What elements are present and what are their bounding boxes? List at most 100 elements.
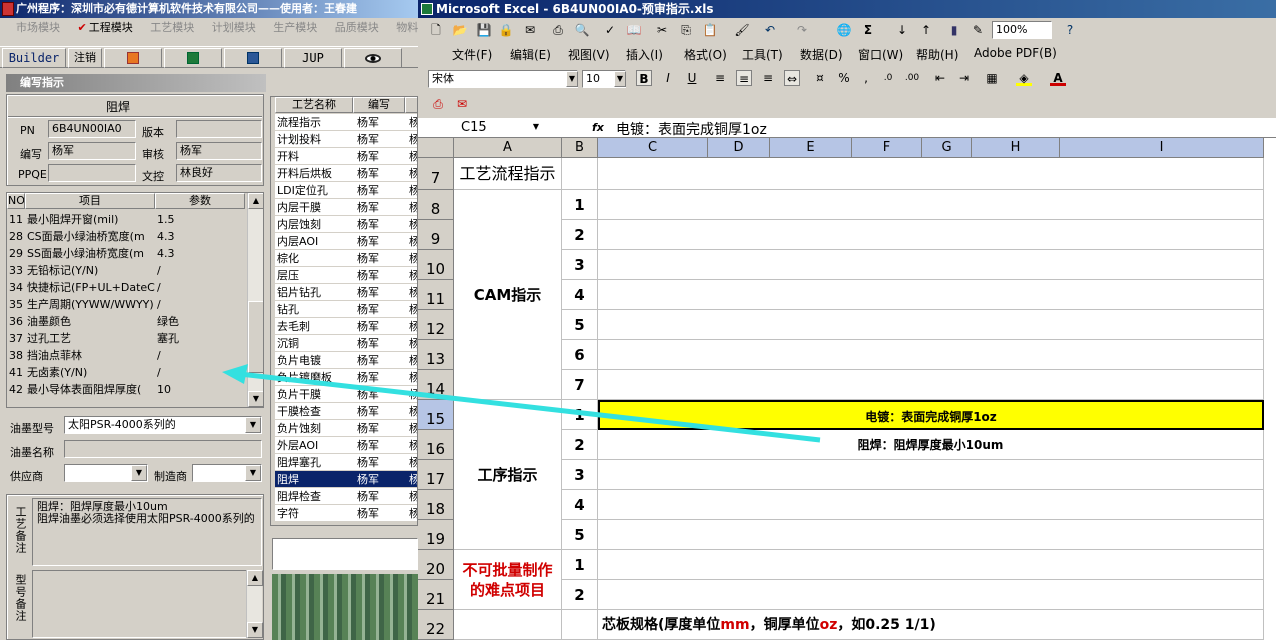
bold-icon[interactable]: B: [636, 70, 652, 86]
pn-field[interactable]: 6B4UN00IA0: [48, 120, 136, 138]
cell-b-cam-7[interactable]: 7: [562, 370, 598, 400]
row-header-17[interactable]: 17: [418, 460, 454, 490]
row-header-20[interactable]: 20: [418, 550, 454, 580]
percent-icon[interactable]: %: [836, 70, 852, 86]
format-painter-icon[interactable]: 🖌: [734, 22, 750, 38]
ppqe-field[interactable]: [48, 164, 136, 182]
process-row[interactable]: 负片镀磨板 杨军 杨: [275, 369, 417, 386]
cell-c-proc-1[interactable]: 电镀：表面完成铜厚1oz: [598, 400, 1264, 430]
process-note-memo[interactable]: 阻焊：阻焊厚度最小10um 阻焊油墨必须选择使用太阳PSR-4000系列的: [32, 498, 262, 566]
menu-view[interactable]: 视图(V): [568, 46, 610, 63]
maker-dropdown-icon[interactable]: ▼: [245, 465, 261, 481]
cell-b22[interactable]: [562, 610, 598, 640]
cell-c-cam-5[interactable]: [598, 310, 1264, 340]
cell-b-cam-2[interactable]: 2: [562, 220, 598, 250]
increase-decimal-icon[interactable]: .0: [880, 70, 896, 86]
font-size-dropdown-icon[interactable]: ▼: [614, 71, 626, 87]
worksheet-grid[interactable]: ABCDEFGHI 7 8 9 10 11 12 13 14 15 16 17 18 19 20 21 22 …: [418, 138, 1276, 640]
table-row[interactable]: 35 生产周期(YYWW/WWYY) /: [7, 296, 245, 313]
cell-b-cam-3[interactable]: 3: [562, 250, 598, 280]
ink-name-field[interactable]: [64, 440, 262, 458]
table-row[interactable]: 41 无卤素(Y/N) /: [7, 364, 245, 381]
permission-icon[interactable]: 🔒: [498, 22, 514, 38]
table-row[interactable]: 29 SS面最小绿油桥宽度(m 4.3: [7, 245, 245, 262]
column-header-i[interactable]: I: [1060, 138, 1264, 158]
menu-insert[interactable]: 插入(I): [626, 46, 663, 63]
process-row[interactable]: 干膜检查 杨军 杨: [275, 403, 417, 420]
column-header-h[interactable]: H: [972, 138, 1060, 158]
menu-window[interactable]: 窗口(W): [858, 46, 903, 63]
open-icon[interactable]: 📂: [452, 22, 468, 38]
cell-a7[interactable]: 工艺流程指示: [454, 158, 562, 190]
row-header-13[interactable]: 13: [418, 340, 454, 370]
drawing-icon[interactable]: ✎: [970, 22, 986, 38]
process-row[interactable]: 棕化 杨军 杨: [275, 250, 417, 267]
spelling-icon[interactable]: ✓: [602, 22, 618, 38]
column-header-b[interactable]: B: [562, 138, 598, 158]
redo-icon[interactable]: ↷: [794, 22, 810, 38]
process-row[interactable]: 开料后烘板 杨军 杨: [275, 165, 417, 182]
ink-type-combo[interactable]: 太阳PSR-4000系列的: [64, 416, 262, 434]
row-header-10[interactable]: 10: [418, 250, 454, 280]
wenkong-field[interactable]: 林良好: [176, 164, 262, 182]
param-scrollbar[interactable]: ▲ ▼: [247, 193, 263, 407]
menu-engineering[interactable]: 工程模块: [89, 21, 133, 34]
row-header-16[interactable]: 16: [418, 430, 454, 460]
merge-center-icon[interactable]: ⇔: [784, 70, 800, 86]
memo-scrollbar[interactable]: ▲ ▼: [246, 570, 263, 638]
param-header-value[interactable]: 参数: [155, 193, 245, 209]
process-row[interactable]: 阻焊塞孔 杨军 杨: [275, 454, 417, 471]
process-row[interactable]: 内层AOI 杨军 杨: [275, 233, 417, 250]
paste-icon[interactable]: 📋: [702, 22, 718, 38]
process-row[interactable]: 沉铜 杨军 杨: [275, 335, 417, 352]
param-header-no[interactable]: NO: [7, 193, 25, 209]
copy-icon[interactable]: ⎘: [678, 22, 694, 38]
menu-material[interactable]: 物料: [396, 21, 418, 34]
cell-c-proc-4[interactable]: [598, 490, 1264, 520]
new-icon[interactable]: 🗋: [428, 22, 444, 38]
print-preview-icon[interactable]: 🔍: [574, 22, 590, 38]
process-row[interactable]: 铝片钻孔 杨军 杨: [275, 284, 417, 301]
process-row[interactable]: 负片电镀 杨军 杨: [275, 352, 417, 369]
scroll-thumb[interactable]: [248, 301, 263, 373]
name-box[interactable]: C15: [420, 119, 538, 137]
menu-market[interactable]: 市场模块: [16, 21, 60, 34]
version-field[interactable]: [176, 120, 262, 138]
borders-icon[interactable]: ▦: [984, 70, 1000, 86]
scroll-up-icon[interactable]: ▲: [248, 193, 263, 209]
process-row[interactable]: 层压 杨军 杨: [275, 267, 417, 284]
supplier-dropdown-icon[interactable]: ▼: [131, 465, 147, 481]
underline-icon[interactable]: U: [684, 70, 700, 86]
table-row[interactable]: 38 挡油点菲林 /: [7, 347, 245, 364]
cell-c-cam-4[interactable]: [598, 280, 1264, 310]
process-row[interactable]: LDI定位孔 杨军 杨: [275, 182, 417, 199]
column-header-a[interactable]: A: [454, 138, 562, 158]
process-row[interactable]: 负片干膜 杨军 杨: [275, 386, 417, 403]
pdf-convert-icon[interactable]: ⎙: [430, 96, 446, 112]
row-header-15[interactable]: 15: [418, 400, 454, 430]
menu-plan[interactable]: 计划模块: [212, 21, 256, 34]
scroll-down-icon[interactable]: ▼: [248, 391, 263, 407]
row-header-12[interactable]: 12: [418, 310, 454, 340]
cell-b-proc-2[interactable]: 2: [562, 430, 598, 460]
zoom-combo[interactable]: 100%: [992, 21, 1052, 39]
process-row[interactable]: 计划投料 杨军 杨: [275, 131, 417, 148]
autosum-icon[interactable]: Σ: [860, 22, 876, 38]
italic-icon[interactable]: I: [660, 70, 676, 86]
proc-header-writer[interactable]: 编写: [353, 97, 405, 113]
proc-header-name[interactable]: 工艺名称: [275, 97, 353, 113]
reviewer-field[interactable]: 杨军: [176, 142, 262, 160]
help-icon[interactable]: ?: [1062, 22, 1078, 38]
menu-file[interactable]: 文件(F): [452, 46, 492, 63]
cell-b-proc-1[interactable]: 1: [562, 400, 598, 430]
research-icon[interactable]: 📖: [626, 22, 642, 38]
cell-c-cam-2[interactable]: [598, 220, 1264, 250]
ink-type-dropdown-icon[interactable]: ▼: [245, 417, 261, 433]
cell-c-proc-2[interactable]: 阻焊：阻焊厚度最小10um: [598, 430, 1264, 460]
process-row[interactable]: 内层蚀刻 杨军 杨: [275, 216, 417, 233]
menu-edit[interactable]: 编辑(E): [510, 46, 551, 63]
row-header-21[interactable]: 21: [418, 580, 454, 610]
cell-b-cam-6[interactable]: 6: [562, 340, 598, 370]
cell-c-proc-3[interactable]: [598, 460, 1264, 490]
column-header-d[interactable]: D: [708, 138, 770, 158]
